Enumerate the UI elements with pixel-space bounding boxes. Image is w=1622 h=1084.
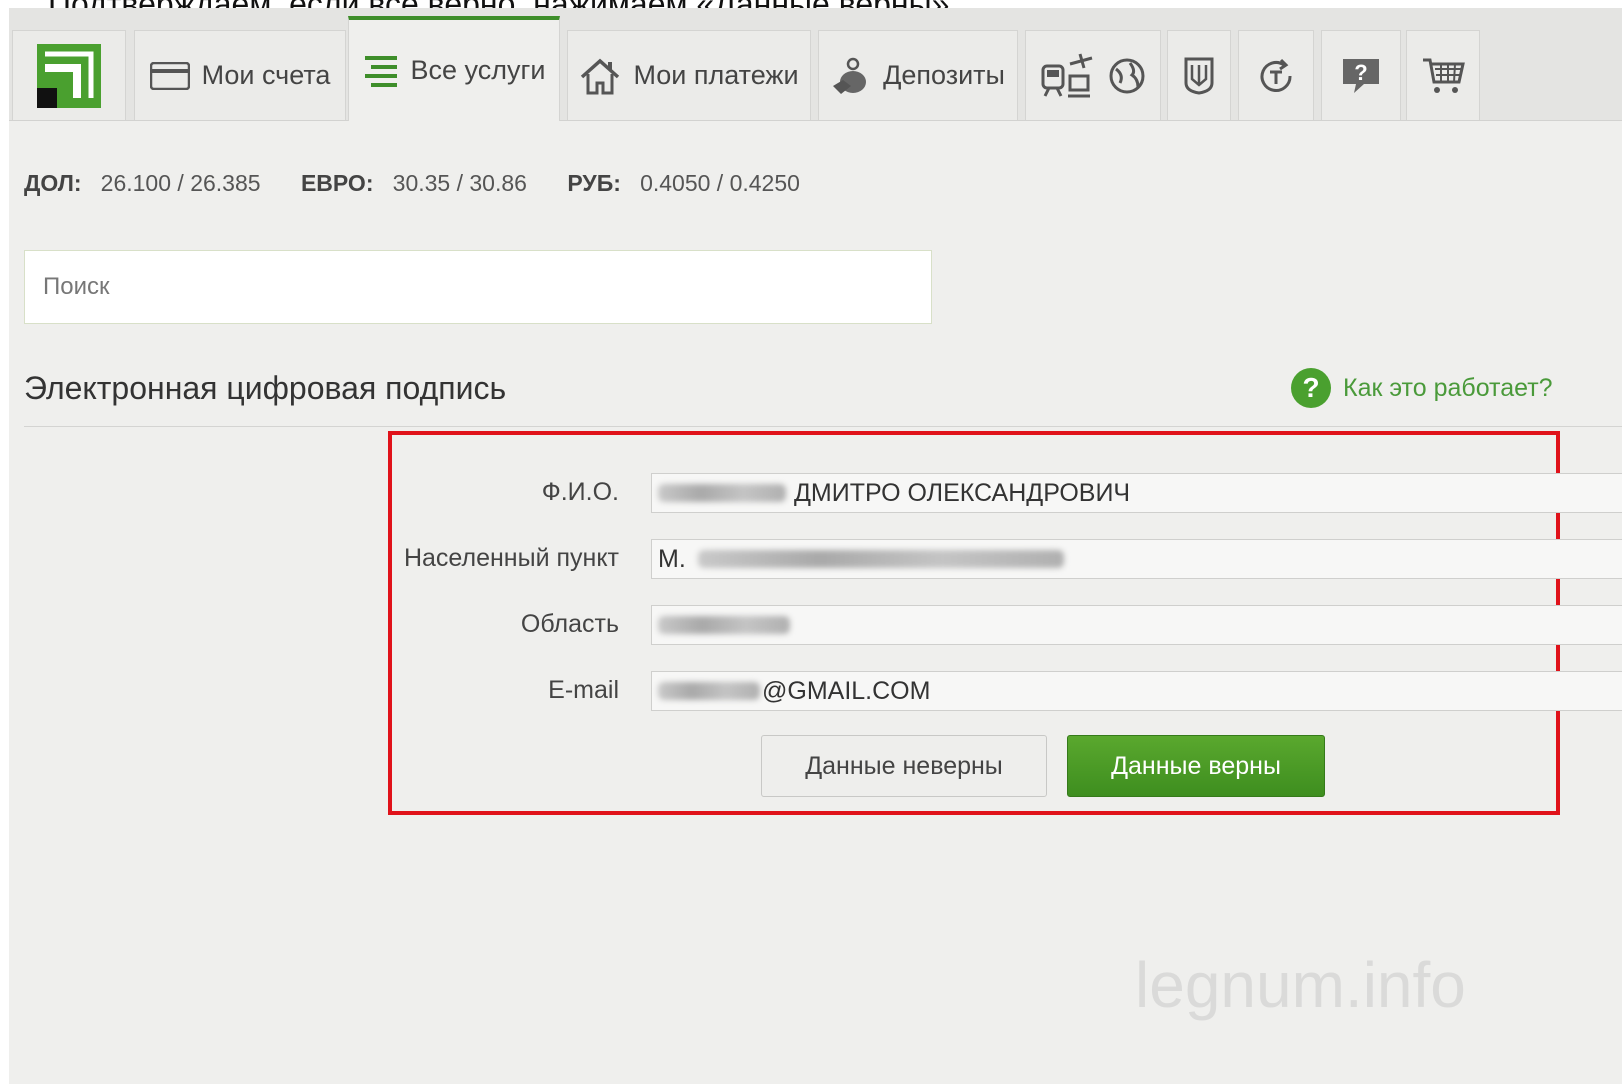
name-value: ДМИТРО ОЛЕКСАНДРОВИЧ [794,478,1131,507]
tab-my-accounts-label: Мои счета [201,60,331,90]
top-nav: Мои счета Все услуги Мои платежи Депозит… [9,8,1622,121]
email-label: E-mail [548,676,619,704]
name-label: Ф.И.О. [541,478,619,506]
tab-deposits-label: Депозиты [883,60,1005,90]
rate-rub: РУБ: 0.4050 / 0.4250 [567,170,800,196]
svg-text:?: ? [1354,60,1367,85]
money-bag-icon [831,56,871,96]
redacted-blur [658,484,786,502]
email-field[interactable]: @GMAIL.COM [651,671,1622,711]
rate-rub-label: РУБ: [567,170,621,196]
tab-my-payments-label: Мои платежи [633,60,799,90]
rate-eur: ЕВРО: 30.35 / 30.86 [301,170,533,196]
tab-my-accounts[interactable]: Мои счета [134,30,346,120]
exchange-rates: ДОЛ: 26.100 / 26.385 ЕВРО: 30.35 / 30.86… [24,170,834,197]
currency-exchange-icon [1256,56,1296,96]
help-chat-icon: ? [1340,56,1382,96]
train-plane-icon [1040,52,1096,100]
city-field[interactable]: М. [651,539,1622,579]
globe-icon [1108,57,1146,95]
how-it-works-label: Как это работает? [1343,373,1553,402]
data-wrong-button[interactable]: Данные неверны [761,735,1047,797]
rate-usd-value: 26.100 / 26.385 [100,170,261,196]
name-field[interactable]: ДМИТРО ОЛЕКСАНДРОВИЧ [651,473,1622,513]
tab-deposits[interactable]: Депозиты [818,30,1018,120]
data-correct-button[interactable]: Данные верны [1067,735,1325,797]
rate-usd: ДОЛ: 26.100 / 26.385 [24,170,267,196]
bank-app: Мои счета Все услуги Мои платежи Депозит… [9,8,1622,1084]
rate-eur-value: 30.35 / 30.86 [392,170,527,196]
search-input[interactable] [24,250,932,324]
tab-all-services-label: Все услуги [410,55,546,85]
region-label: Область [520,610,619,638]
tab-all-services[interactable]: Все услуги [348,16,560,121]
rate-rub-value: 0.4050 / 0.4250 [640,170,800,196]
redacted-blur [697,550,1064,568]
region-field[interactable] [651,605,1622,645]
tab-exchange[interactable] [1238,30,1314,120]
help-circle-icon: ? [1291,368,1331,408]
house-icon [579,57,621,95]
cart-icon [1421,56,1465,96]
tab-travel[interactable] [1025,30,1161,120]
watermark: legnum.info [1135,949,1466,1021]
email-value: @GMAIL.COM [762,676,931,705]
section-title: Электронная цифровая подпись [24,370,507,406]
city-value: М. [658,544,686,573]
section-divider [24,426,1622,427]
privat-logo-icon [37,43,101,108]
list-icon [363,54,399,88]
tab-government[interactable] [1167,30,1231,120]
how-it-works-link[interactable]: ? Как это работает? [1291,368,1553,408]
tab-support[interactable]: ? [1321,30,1401,120]
ukraine-emblem-icon [1184,57,1214,95]
rate-eur-label: ЕВРО: [300,170,374,196]
redacted-blur [658,616,790,634]
tab-shop[interactable] [1406,30,1480,120]
logo-tab[interactable] [12,30,126,120]
tab-my-payments[interactable]: Мои платежи [567,30,811,120]
card-icon [149,61,190,90]
city-label: Населенный пункт [403,544,619,572]
rate-usd-label: ДОЛ: [24,170,82,196]
redacted-blur [658,682,760,700]
